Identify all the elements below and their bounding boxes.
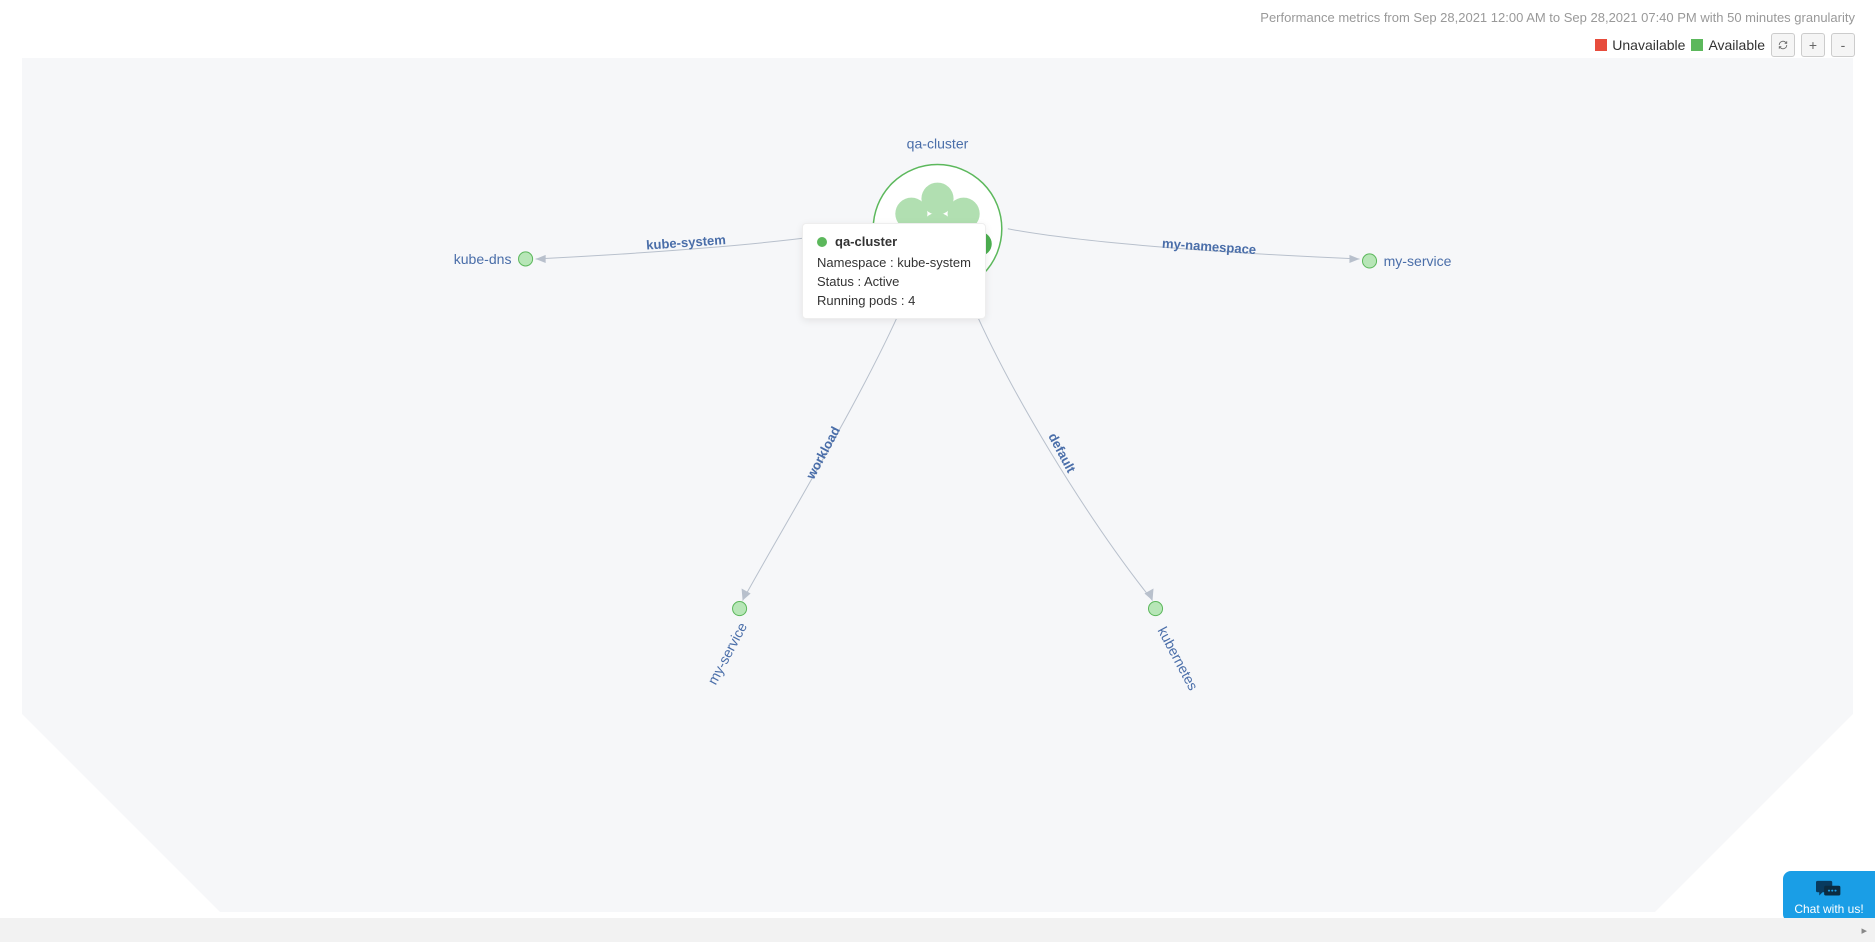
topology-canvas[interactable]: kube-system my-namespace workload defaul… <box>22 58 1853 912</box>
tooltip-status: Status : Active <box>817 274 971 289</box>
legend-unavailable: Unavailable <box>1595 37 1685 53</box>
tooltip-namespace: Namespace : kube-system <box>817 255 971 270</box>
edge-label-kube-system: kube-system <box>646 232 727 253</box>
node-kube-dns-dot[interactable] <box>519 252 533 266</box>
cluster-node-label: qa-cluster <box>907 135 969 151</box>
edge-label-workload: workload <box>802 424 843 483</box>
zoom-in-button[interactable]: + <box>1801 33 1825 57</box>
arrowhead-right <box>1349 255 1359 263</box>
node-kube-dns-label: kube-dns <box>454 251 512 267</box>
arrowhead-downleft <box>742 588 751 600</box>
legend-row: Unavailable Available + - <box>1260 33 1855 57</box>
node-kubernetes-label: kubernetes <box>1155 624 1202 693</box>
footer-chevron-icon: ▸ <box>1861 924 1867 937</box>
swatch-green-icon <box>1691 39 1703 51</box>
metrics-timerange-label: Performance metrics from Sep 28,2021 12:… <box>1260 0 1855 25</box>
edge-label-default: default <box>1045 430 1079 475</box>
tooltip-running-pods: Running pods : 4 <box>817 293 971 308</box>
edge-label-my-namespace: my-namespace <box>1162 236 1257 258</box>
legend-available-label: Available <box>1708 37 1765 53</box>
refresh-button[interactable] <box>1771 33 1795 57</box>
zoom-out-button[interactable]: - <box>1831 33 1855 57</box>
node-kubernetes-dot[interactable] <box>1148 602 1162 616</box>
header-bar: Performance metrics from Sep 28,2021 12:… <box>1260 0 1855 57</box>
chat-widget[interactable]: Chat with us! <box>1783 871 1875 922</box>
status-dot-icon <box>817 237 827 247</box>
cluster-tooltip: qa-cluster Namespace : kube-system Statu… <box>802 223 986 319</box>
node-my-service-right-dot[interactable] <box>1362 254 1376 268</box>
chat-label: Chat with us! <box>1794 902 1863 916</box>
refresh-icon <box>1778 38 1788 52</box>
node-my-service-right-label: my-service <box>1384 253 1452 269</box>
swatch-red-icon <box>1595 39 1607 51</box>
node-my-service-bottom-dot[interactable] <box>733 602 747 616</box>
node-my-service-bottom-label: my-service <box>704 620 750 688</box>
legend-available: Available <box>1691 37 1765 53</box>
legend-unavailable-label: Unavailable <box>1612 37 1685 53</box>
tooltip-title: qa-cluster <box>835 234 897 249</box>
arrowhead-left <box>536 255 546 263</box>
footer-bar: ▸ <box>0 918 1875 942</box>
topology-svg: kube-system my-namespace workload defaul… <box>22 58 1853 912</box>
chat-icon <box>1816 879 1842 899</box>
arrowhead-downright <box>1144 588 1153 600</box>
